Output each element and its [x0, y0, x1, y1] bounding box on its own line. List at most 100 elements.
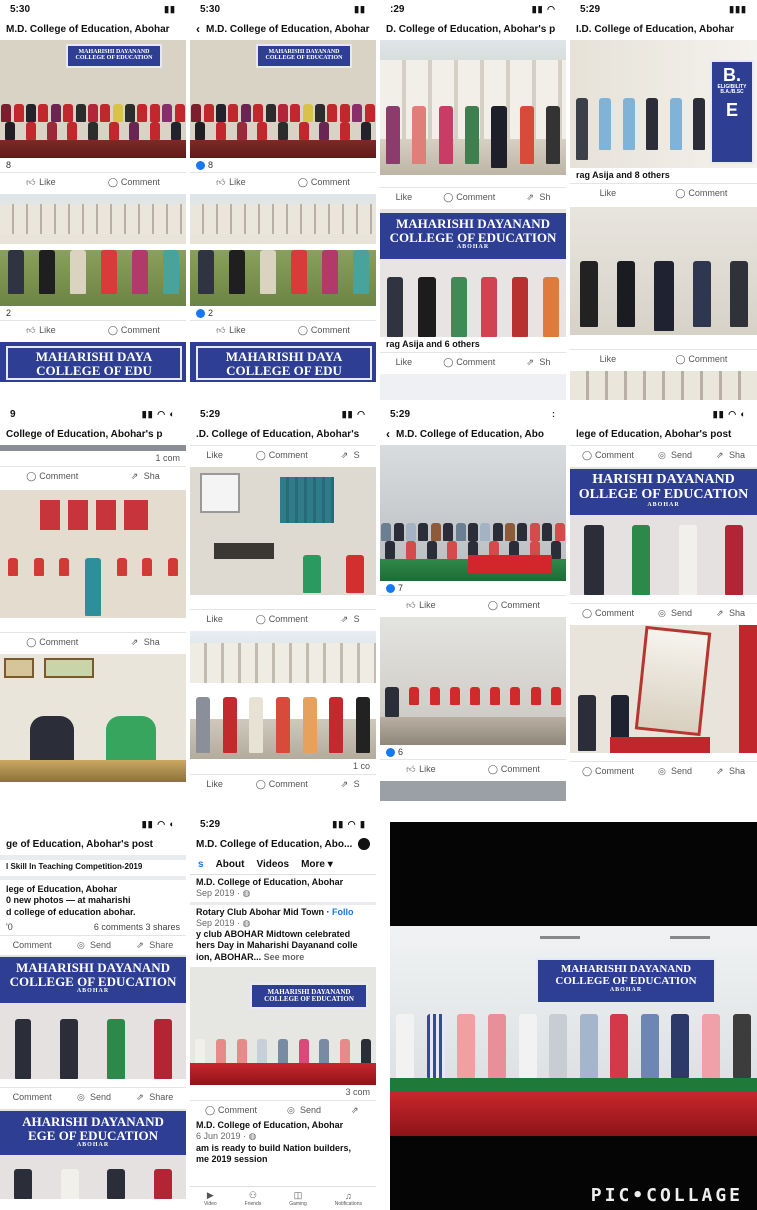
shares-count[interactable]: 3 shares — [145, 922, 180, 932]
share-button[interactable]: ⇗ Sh — [526, 192, 550, 202]
comment-button[interactable]: Comment — [13, 940, 52, 950]
tagged-line[interactable]: rag Asija and 8 others — [570, 168, 757, 183]
felicitation-photo[interactable]: MAHARISHI DAYANAND COLLEGE OF EDUCATION AB… — [380, 209, 566, 337]
like-button[interactable]: Like — [600, 354, 617, 364]
comment-button[interactable]: ◯ Comment — [256, 450, 308, 460]
like-button[interactable]: 👍︎ Like — [406, 600, 436, 610]
page-name-link[interactable]: M.D. College of Education, Abohar — [196, 1120, 343, 1130]
nav-friends[interactable]: ⚇ Friends — [245, 1190, 262, 1207]
send-button[interactable]: ◎ Send — [77, 940, 111, 950]
share-button[interactable]: ⇗ Sha — [131, 471, 160, 481]
like-button[interactable]: 👍︎ Like — [406, 764, 436, 774]
like-button[interactable]: Like — [600, 188, 617, 198]
comments-count[interactable]: 6 comments — [94, 922, 143, 932]
like-button[interactable]: 👍︎ Like — [26, 325, 56, 335]
page-name-link[interactable]: lege of Education, Abohar — [6, 884, 117, 894]
next-photo[interactable] — [570, 371, 757, 400]
share-button[interactable]: ⇗ Sha — [131, 637, 160, 647]
stage-group-photo[interactable]: MAHARISHI DAYANAND COLLEGE OF EDUCATION AB… — [390, 926, 757, 1136]
messenger-icon[interactable] — [358, 838, 370, 850]
send-button[interactable]: ◎ Send — [77, 1092, 111, 1102]
comment-button[interactable]: ◯ Comment — [256, 614, 308, 624]
back-arrow-icon[interactable]: ‹ — [386, 427, 390, 441]
reaction-summary[interactable]: 2 — [190, 306, 376, 320]
like-button[interactable]: Like — [396, 357, 413, 367]
comment-button[interactable]: ◯ Comment — [298, 325, 350, 335]
comment-button[interactable]: ◯ Comment — [205, 1105, 257, 1115]
comment-button[interactable]: ◯ Comment — [582, 608, 634, 618]
comment-button[interactable]: ◯ Comment — [108, 325, 160, 335]
shared-from-link[interactable]: Rotary Club Abohar Mid Town · — [196, 907, 332, 917]
share-button[interactable]: ⇗ Sh — [526, 357, 550, 367]
felicitation-photo[interactable]: AHARISHI DAYANAND EGE OF EDUCATION ABOHAR — [0, 1109, 186, 1199]
comment-button[interactable]: ◯ Comment — [443, 357, 495, 367]
celebration-photo[interactable]: MAHARISHI DAYANAND COLLEGE OF EDUCATION — [190, 966, 376, 1085]
comment-button[interactable]: ◯ Comment — [298, 177, 350, 187]
comment-button[interactable]: ◯ Comment — [582, 766, 634, 776]
classroom-photo[interactable] — [0, 490, 186, 619]
tab-about[interactable]: About — [216, 859, 245, 870]
comment-button[interactable]: ◯ Comment — [675, 188, 727, 198]
teaching-photo[interactable] — [190, 467, 376, 595]
auditorium-photo[interactable] — [380, 445, 566, 581]
banner-photo[interactable]: MAHARISHI DAYA COLLEGE OF EDU — [0, 342, 186, 382]
send-button[interactable]: ◎ Send — [658, 450, 692, 460]
nav-video[interactable]: ▶ Video — [204, 1190, 217, 1207]
like-button[interactable]: 👍︎ Like — [216, 177, 246, 187]
share-button[interactable]: ⇗ S — [341, 614, 360, 624]
reaction-summary[interactable]: 7 — [380, 581, 566, 595]
comment-button[interactable]: ◯ Comment — [488, 600, 540, 610]
like-button[interactable]: 👍︎ Like — [216, 325, 246, 335]
send-button[interactable]: ◎ Send — [658, 766, 692, 776]
next-photo[interactable] — [380, 781, 566, 801]
poster-photo[interactable] — [570, 625, 757, 753]
reaction-summary[interactable]: 2 — [0, 306, 186, 320]
share-button[interactable]: ⇗ Sha — [716, 608, 745, 618]
comment-button[interactable]: ◯ Comment — [256, 779, 308, 789]
comment-count[interactable]: 3 com — [190, 1085, 376, 1100]
comment-button[interactable]: Comment — [13, 1092, 52, 1102]
judges-photo[interactable] — [0, 654, 186, 783]
guests-photo[interactable] — [380, 40, 566, 175]
classroom-photo[interactable] — [380, 617, 566, 745]
award-photo[interactable] — [190, 194, 376, 306]
previous-photo[interactable] — [0, 445, 186, 451]
share-button[interactable]: ⇗ Share — [136, 940, 173, 950]
share-button[interactable]: ⇗ Sha — [716, 450, 745, 460]
comment-button[interactable]: ◯ Comment — [108, 177, 160, 187]
send-button[interactable]: ◎ Send — [658, 608, 692, 618]
share-button[interactable]: ⇗ S — [341, 779, 360, 789]
like-button[interactable]: Like — [206, 779, 223, 789]
reaction-count[interactable]: '0 — [6, 922, 13, 933]
comment-button[interactable]: ◯ Comment — [488, 764, 540, 774]
share-button[interactable]: ⇗ S — [341, 450, 360, 460]
reaction-summary[interactable]: 8 — [190, 158, 376, 172]
felicitation-photo[interactable]: HARISHI DAYANAND OLLEGE OF EDUCATION ABOHA… — [570, 467, 757, 595]
comment-button[interactable]: ◯ Comment — [26, 471, 78, 481]
felicitation-photo[interactable] — [570, 207, 757, 336]
send-button[interactable]: ◎ Send — [287, 1105, 321, 1115]
group-photo[interactable]: MAHARISHI DAYANAND COLLEGE OF EDUCATION — [0, 40, 186, 158]
album-headline[interactable]: l Skill In Teaching Competition-2019 — [0, 860, 186, 874]
share-button[interactable]: ⇗ Sha — [716, 766, 745, 776]
tagged-line[interactable]: rag Asija and 6 others — [380, 337, 566, 352]
like-button[interactable]: Like — [396, 192, 413, 202]
banner-photo[interactable]: MAHARISHI DAYA COLLEGE OF EDU — [190, 342, 376, 382]
nav-notifications[interactable]: ♫ Notifications — [335, 1191, 362, 1207]
comment-button[interactable]: ◯ Comment — [675, 354, 727, 364]
comment-button[interactable]: ◯ Comment — [26, 637, 78, 647]
like-button[interactable]: Like — [206, 614, 223, 624]
see-more-link[interactable]: See more — [264, 952, 305, 962]
tab-more[interactable]: More ▾ — [301, 859, 333, 870]
page-name-link[interactable]: M.D. College of Education, Abohar — [196, 877, 343, 887]
back-arrow-icon[interactable]: ‹ — [196, 22, 200, 36]
like-button[interactable]: Like — [206, 450, 223, 460]
follow-link[interactable]: Follo — [332, 907, 354, 917]
like-button[interactable]: 👍︎ Like — [26, 177, 56, 187]
comment-count[interactable]: 1 com — [0, 451, 186, 466]
comment-button[interactable]: ◯ Comment — [582, 450, 634, 460]
reaction-summary[interactable]: 8 — [0, 158, 186, 172]
tab-videos[interactable]: Videos — [256, 859, 289, 870]
tab-posts[interactable]: s — [198, 859, 204, 870]
share-button[interactable]: ⇗ Share — [136, 1092, 173, 1102]
